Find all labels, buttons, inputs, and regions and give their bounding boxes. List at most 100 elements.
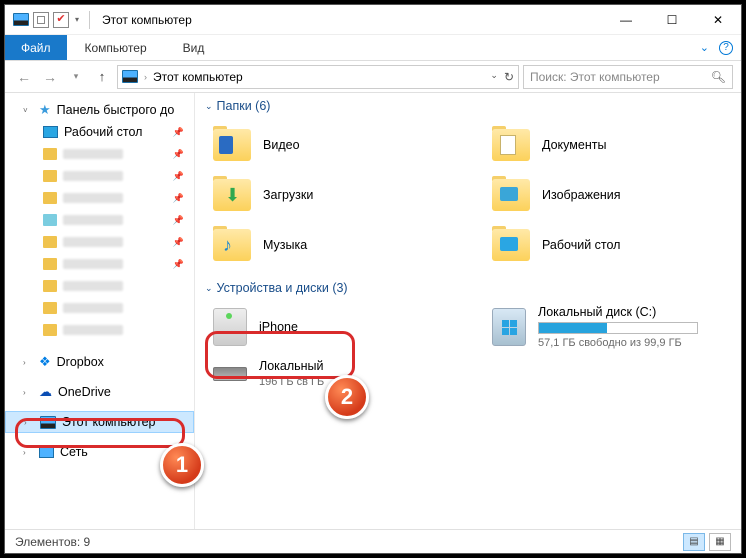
sidebar-this-pc[interactable]: › Этот компьютер xyxy=(5,411,194,433)
sidebar-label: Этот компьютер xyxy=(62,415,155,429)
qat-checkbox-button[interactable]: ✔ xyxy=(53,12,69,28)
sidebar-quick-access[interactable]: ˅ ★ Панель быстрого до xyxy=(5,99,194,121)
disk-usage-bar xyxy=(538,322,698,334)
chevron-down-icon: ⌄ xyxy=(205,101,213,112)
sidebar-pinned-item[interactable]: 📌 xyxy=(5,187,194,209)
address-dropdown-icon[interactable]: ⌄ xyxy=(490,70,498,84)
help-icon[interactable]: ? xyxy=(719,41,733,55)
pin-icon: 📌 xyxy=(173,259,184,270)
folder-icon: ♪ xyxy=(213,229,251,261)
folder-video[interactable]: Видео xyxy=(213,123,452,167)
folder-icon xyxy=(492,229,530,261)
sidebar-label: OneDrive xyxy=(58,385,111,399)
disk-icon xyxy=(492,308,526,346)
sidebar-pinned-item[interactable]: 📌 xyxy=(5,253,194,275)
sidebar-pinned-item[interactable]: 📌 xyxy=(5,231,194,253)
ribbon-expand-icon[interactable]: ⌄ xyxy=(700,41,709,54)
network-icon xyxy=(39,446,54,458)
pc-icon xyxy=(40,416,56,429)
window-title: Этот компьютер xyxy=(102,13,192,27)
status-item-count: Элементов: 9 xyxy=(15,535,90,549)
section-devices-header[interactable]: ⌄ Устройства и диски (3) xyxy=(205,281,731,295)
folder-documents[interactable]: Документы xyxy=(492,123,731,167)
menu-view[interactable]: Вид xyxy=(165,35,223,60)
desktop-icon xyxy=(43,126,58,138)
section-folders-header[interactable]: ⌄ Папки (6) xyxy=(205,99,731,113)
folder-icon xyxy=(492,129,530,161)
sidebar-label: Сеть xyxy=(60,445,88,459)
chevron-right-icon: › xyxy=(23,388,33,397)
sidebar-pinned-item[interactable] xyxy=(5,297,194,319)
pin-icon: 📌 xyxy=(173,171,184,182)
history-dropdown-icon[interactable]: ▾ xyxy=(65,71,87,82)
view-details-button[interactable]: ▤ xyxy=(683,533,705,551)
folder-label: Рабочий стол xyxy=(542,238,620,252)
search-input[interactable]: Поиск: Этот компьютер 🔍︎ xyxy=(523,65,733,89)
sidebar-pinned-item[interactable] xyxy=(5,275,194,297)
folder-desktop[interactable]: Рабочий стол xyxy=(492,223,731,267)
address-location: Этот компьютер xyxy=(153,70,243,84)
sidebar-pinned-item[interactable]: 📌 xyxy=(5,165,194,187)
back-button[interactable]: ← xyxy=(13,69,35,85)
pin-icon: 📌 xyxy=(173,193,184,204)
minimize-button[interactable]: — xyxy=(603,5,649,35)
sidebar-pinned-item[interactable]: 📌 xyxy=(5,209,194,231)
star-icon: ★ xyxy=(39,102,51,118)
folder-label: Музыка xyxy=(263,238,307,252)
search-icon: 🔍︎ xyxy=(711,70,726,84)
address-bar[interactable]: › Этот компьютер ⌄ ↻ xyxy=(117,65,519,89)
folder-label: Изображения xyxy=(542,188,621,202)
onedrive-icon: ☁ xyxy=(39,384,52,400)
sidebar-network[interactable]: › Сеть xyxy=(5,441,194,463)
pin-icon: 📌 xyxy=(173,215,184,226)
folder-label: Видео xyxy=(263,138,300,152)
folder-label: Загрузки xyxy=(263,188,313,202)
section-label: Устройства и диски (3) xyxy=(217,281,348,295)
sidebar-label: Панель быстрого до xyxy=(57,103,175,117)
device-disk-d[interactable]: Локальный 196 ГБ св ГБ xyxy=(213,359,452,388)
forward-button[interactable]: → xyxy=(39,69,61,85)
qat-dropdown-icon[interactable]: ▾ xyxy=(73,15,81,24)
section-label: Папки (6) xyxy=(217,99,271,113)
sidebar-pinned-item[interactable] xyxy=(5,319,194,341)
menu-file[interactable]: Файл xyxy=(5,35,67,60)
folder-pictures[interactable]: Изображения xyxy=(492,173,731,217)
device-name: Локальный xyxy=(259,359,324,373)
chevron-down-icon: ⌄ xyxy=(205,283,213,294)
disk-icon xyxy=(213,367,247,381)
chevron-right-icon: › xyxy=(23,448,33,457)
device-name: iPhone xyxy=(259,320,298,334)
folder-icon: ⬇ xyxy=(213,179,251,211)
search-placeholder: Поиск: Этот компьютер xyxy=(530,70,660,84)
sidebar-dropbox[interactable]: › ❖ Dropbox xyxy=(5,351,194,373)
dropbox-icon: ❖ xyxy=(39,354,51,370)
folder-icon xyxy=(492,179,530,211)
sidebar-pinned-item[interactable]: 📌 xyxy=(5,143,194,165)
sidebar-desktop[interactable]: Рабочий стол 📌 xyxy=(5,121,194,143)
close-button[interactable]: ✕ xyxy=(695,5,741,35)
app-icon xyxy=(13,13,29,26)
maximize-button[interactable]: ☐ xyxy=(649,5,695,35)
folder-music[interactable]: ♪ Музыка xyxy=(213,223,452,267)
view-icons-button[interactable]: ▦ xyxy=(709,533,731,551)
up-button[interactable]: ↑ xyxy=(91,69,113,84)
pin-icon: 📌 xyxy=(173,237,184,248)
menu-computer[interactable]: Компьютер xyxy=(67,35,165,60)
folder-downloads[interactable]: ⬇ Загрузки xyxy=(213,173,452,217)
pin-icon: 📌 xyxy=(173,127,184,138)
device-disk-c[interactable]: Локальный диск (C:) 57,1 ГБ свободно из … xyxy=(492,305,731,349)
folder-label: Документы xyxy=(542,138,606,152)
device-subtext: 196 ГБ св ГБ xyxy=(259,376,324,388)
pin-icon: 📌 xyxy=(173,149,184,160)
sidebar-onedrive[interactable]: › ☁ OneDrive xyxy=(5,381,194,403)
sidebar-label: Рабочий стол xyxy=(64,125,142,139)
device-iphone[interactable]: iPhone xyxy=(213,305,452,349)
folder-icon xyxy=(213,129,251,161)
device-subtext: 57,1 ГБ свободно из 99,9 ГБ xyxy=(538,337,698,349)
chevron-right-icon: › xyxy=(24,418,34,427)
windows-logo-icon xyxy=(502,320,517,335)
chevron-right-icon: › xyxy=(23,358,33,367)
qat-properties-button[interactable] xyxy=(33,12,49,28)
chevron-down-icon: ˅ xyxy=(23,106,33,115)
refresh-icon[interactable]: ↻ xyxy=(504,70,514,84)
